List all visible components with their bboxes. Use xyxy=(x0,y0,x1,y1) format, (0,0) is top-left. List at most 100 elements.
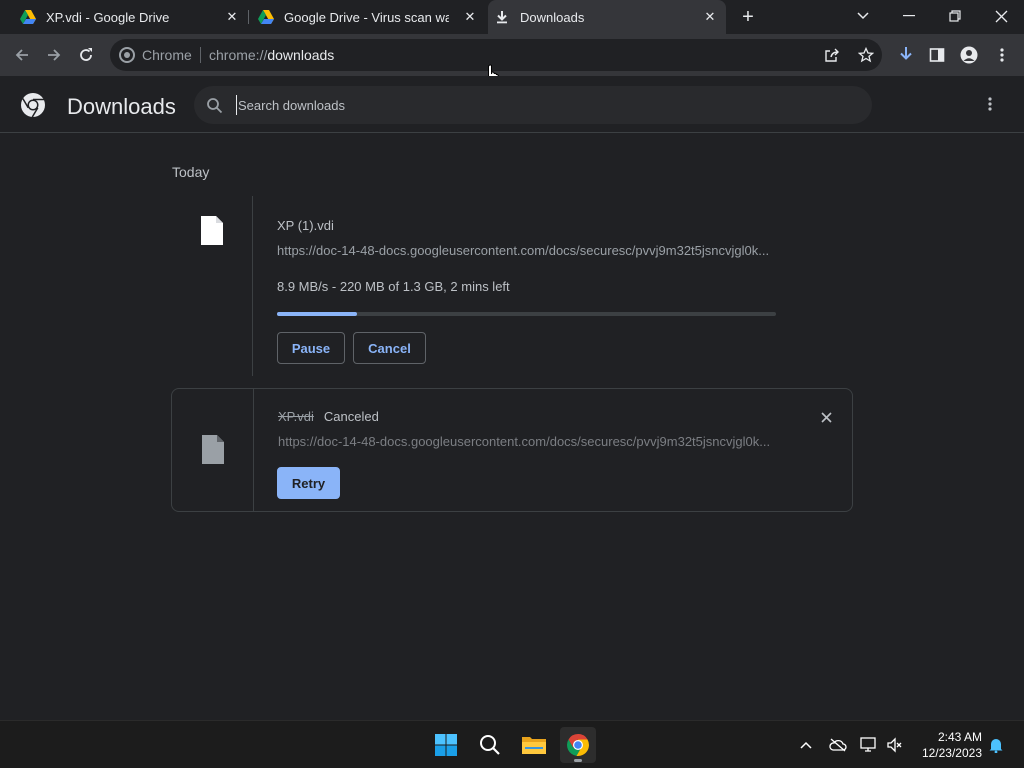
file-explorer-button[interactable] xyxy=(516,727,552,763)
downloads-toolbar-button[interactable] xyxy=(895,44,917,66)
more-actions-button[interactable] xyxy=(980,94,1000,114)
downloads-header: Downloads xyxy=(0,76,1024,133)
file-name[interactable]: XP (1).vdi xyxy=(277,217,334,235)
running-indicator xyxy=(574,759,582,762)
arrow-right-icon xyxy=(48,49,61,61)
date-heading: Today xyxy=(172,164,210,180)
tab-xp-vdi[interactable]: XP.vdi - Google Drive ✕ xyxy=(14,0,248,34)
file-icon xyxy=(202,435,224,464)
clock-time: 2:43 AM xyxy=(937,730,982,744)
start-button[interactable] xyxy=(428,727,464,763)
address-separator xyxy=(200,47,201,63)
status-label: Canceled xyxy=(323,409,379,424)
tab-separator xyxy=(248,10,249,24)
star-icon xyxy=(858,47,874,63)
minimize-icon xyxy=(903,15,915,17)
file-explorer-icon xyxy=(522,737,546,754)
page-title: Downloads xyxy=(67,94,176,119)
tab-search-button[interactable] xyxy=(851,6,875,26)
search-icon xyxy=(480,735,500,755)
url-scheme: chrome:// xyxy=(209,47,268,63)
file-url[interactable]: https://doc-14-48-docs.googleusercontent… xyxy=(277,243,769,258)
download-item: XP.vdi Canceled https://doc-14-48-docs.go… xyxy=(171,388,853,512)
chrome-icon xyxy=(567,734,589,756)
chrome-menu-button[interactable] xyxy=(991,44,1013,66)
clock[interactable]: 2:43 AM 12/23/2023 xyxy=(912,729,982,761)
file-name-text: XP (1).vdi xyxy=(277,218,334,233)
close-icon[interactable]: ✕ xyxy=(702,9,718,25)
volume-button[interactable] xyxy=(885,735,905,755)
pause-button[interactable]: Pause xyxy=(277,332,345,364)
profile-button[interactable] xyxy=(958,44,980,66)
tab-downloads[interactable]: Downloads ✕ xyxy=(488,0,726,34)
cloud-off-icon xyxy=(829,738,847,752)
icon-column xyxy=(172,389,254,511)
progress-bar xyxy=(277,312,776,316)
volume-mute-icon xyxy=(887,737,902,753)
browser-toolbar: Chrome chrome://downloads xyxy=(0,34,1024,76)
side-panel-icon xyxy=(929,48,945,62)
share-icon xyxy=(825,48,839,62)
address-chip: Chrome xyxy=(142,47,192,63)
show-hidden-icons-button[interactable] xyxy=(796,735,816,755)
profile-icon xyxy=(960,46,978,64)
retry-button[interactable]: Retry xyxy=(277,467,340,499)
search-input[interactable] xyxy=(236,95,736,115)
taskbar: 2:43 AM 12/23/2023 xyxy=(0,720,1024,768)
file-url: https://doc-14-48-docs.googleusercontent… xyxy=(278,434,771,449)
minimize-button[interactable] xyxy=(897,6,921,26)
tab-title: Downloads xyxy=(520,9,585,25)
clock-date: 12/23/2023 xyxy=(921,746,982,760)
tab-virus-scan[interactable]: Google Drive - Virus scan warning ✕ xyxy=(252,0,486,34)
cancel-button[interactable]: Cancel xyxy=(353,332,426,364)
notifications-button[interactable] xyxy=(986,735,1006,755)
url-host: downloads xyxy=(267,47,335,63)
address-url: chrome://downloads xyxy=(209,47,334,63)
download-icon xyxy=(900,47,912,60)
chevron-up-icon xyxy=(800,741,812,749)
remove-from-list-button[interactable] xyxy=(816,407,836,427)
restore-button[interactable] xyxy=(943,6,967,26)
tab-strip: XP.vdi - Google Drive ✕ Google Drive - V… xyxy=(0,0,1024,34)
search-icon xyxy=(207,98,223,114)
search-box xyxy=(194,86,872,124)
tab-title: Google Drive - Virus scan warning xyxy=(284,9,449,25)
taskbar-search-button[interactable] xyxy=(472,727,508,763)
more-vert-icon xyxy=(1000,48,1004,62)
back-button[interactable] xyxy=(10,43,34,67)
close-window-button[interactable] xyxy=(989,6,1013,26)
file-name: XP.vdi xyxy=(278,409,314,424)
bookmark-button[interactable] xyxy=(856,45,876,65)
progress-fill xyxy=(277,312,357,316)
side-panel-button[interactable] xyxy=(926,44,948,66)
reload-button[interactable] xyxy=(74,43,98,67)
more-vert-icon xyxy=(988,97,992,111)
download-item: XP (1).vdi https://doc-14-48-docs.google… xyxy=(171,196,853,376)
reload-icon xyxy=(80,48,92,61)
chrome-icon xyxy=(119,47,135,63)
restore-icon xyxy=(949,10,961,22)
share-button[interactable] xyxy=(822,45,842,65)
bell-icon xyxy=(989,739,1003,753)
file-name-row: XP.vdi Canceled xyxy=(278,408,379,426)
close-icon xyxy=(995,10,1007,22)
close-icon[interactable]: ✕ xyxy=(224,9,240,25)
onedrive-button[interactable] xyxy=(828,735,848,755)
network-icon xyxy=(860,737,876,752)
google-drive-icon xyxy=(258,10,274,24)
close-icon xyxy=(820,411,832,423)
download-icon xyxy=(497,11,507,24)
tab-title: XP.vdi - Google Drive xyxy=(46,9,170,25)
chrome-taskbar-button[interactable] xyxy=(560,727,596,763)
network-button[interactable] xyxy=(859,735,879,755)
forward-button[interactable] xyxy=(42,43,66,67)
close-icon[interactable]: ✕ xyxy=(462,9,478,25)
chrome-logo-icon xyxy=(21,93,45,118)
new-tab-button[interactable]: + xyxy=(738,7,758,27)
google-drive-icon xyxy=(20,10,36,24)
start-icon xyxy=(435,734,457,756)
chevron-down-icon xyxy=(857,12,869,20)
file-icon xyxy=(201,216,223,245)
arrow-left-icon xyxy=(15,49,28,61)
icon-column xyxy=(171,196,253,376)
